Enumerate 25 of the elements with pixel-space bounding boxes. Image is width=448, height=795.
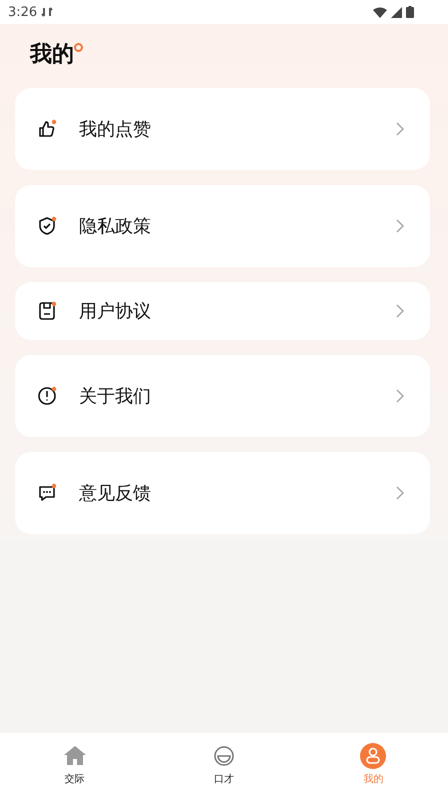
document-icon	[37, 301, 57, 321]
chevron-icon	[396, 389, 404, 403]
menu-item[interactable]: 意见反馈	[15, 452, 430, 534]
battery-icon	[406, 6, 414, 18]
nav-tab[interactable]: 口才	[149, 733, 299, 795]
person-icon	[360, 743, 386, 769]
chevron-icon	[396, 122, 404, 136]
menu-item[interactable]: 用户协议	[15, 282, 430, 340]
shield-check-icon	[37, 216, 57, 236]
chevron-icon	[396, 304, 404, 318]
wifi-icon	[373, 6, 387, 18]
chevron-icon	[396, 219, 404, 233]
nav-tab[interactable]: 交际	[0, 733, 150, 795]
menu-item[interactable]: 我的点赞	[15, 88, 430, 170]
chat-icon	[37, 483, 57, 503]
sync-icon	[41, 6, 54, 18]
info-icon	[37, 386, 57, 406]
signal-icon	[391, 6, 402, 18]
menu-item[interactable]: 关于我们	[15, 355, 430, 437]
title-dot-icon	[74, 43, 83, 52]
chevron-icon	[396, 486, 404, 500]
menu-item[interactable]: 隐私政策	[15, 185, 430, 267]
page-title: 我的	[30, 41, 74, 69]
status-time: 3:26	[8, 4, 38, 20]
thumbs-up-icon	[37, 119, 57, 139]
